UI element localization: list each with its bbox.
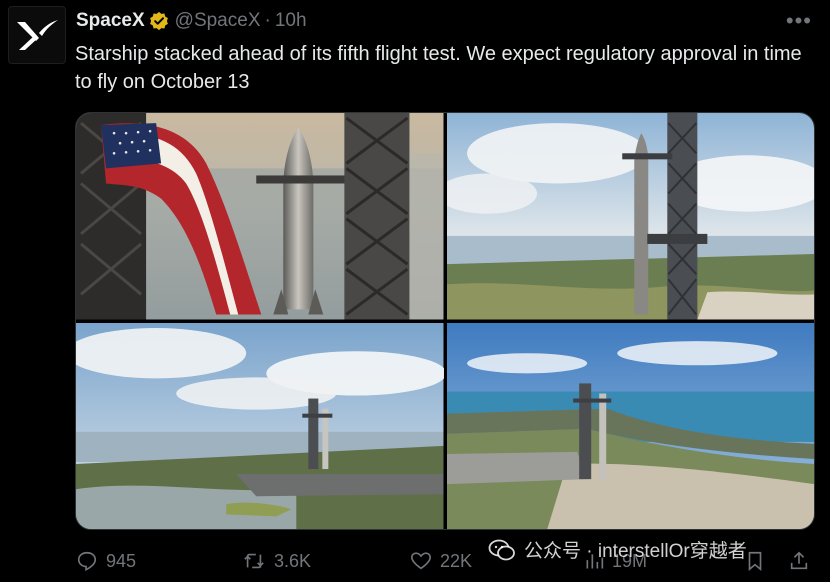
tweet-text: Starship stacked ahead of its fifth flig… — [75, 43, 802, 93]
reply-count: 945 — [106, 550, 137, 571]
media-grid — [75, 112, 815, 530]
heart-icon — [411, 552, 431, 570]
share-icon — [790, 551, 808, 570]
watermark: 公众号 · interstellOr穿越者 — [488, 536, 747, 563]
bookmark-button[interactable] — [744, 550, 766, 572]
media-image-2[interactable] — [446, 113, 814, 320]
retweet-icon — [244, 553, 264, 569]
like-count: 22K — [440, 550, 473, 571]
wechat-icon — [488, 539, 515, 560]
tweet-header: SpaceX @SpaceX · 10h — [76, 8, 307, 34]
avatar[interactable] — [8, 6, 66, 64]
verified-badge-icon[interactable] — [149, 11, 169, 31]
reply-button[interactable]: 945 — [76, 550, 136, 572]
retweet-count: 3.6K — [274, 550, 312, 571]
bookmark-icon — [748, 551, 762, 572]
watermark-text: 公众号 · interstellOr穿越者 — [524, 541, 747, 562]
reply-icon — [77, 551, 97, 572]
retweet-button[interactable]: 3.6K — [242, 550, 311, 572]
media-image-3[interactable] — [76, 322, 444, 529]
media-image-4[interactable] — [446, 322, 814, 529]
timestamp[interactable]: 10h — [275, 10, 307, 32]
like-button[interactable]: 22K — [410, 550, 472, 572]
media-image-1[interactable] — [76, 113, 444, 320]
separator: · — [264, 10, 271, 31]
more-options-icon[interactable]: ••• — [786, 8, 812, 34]
author-name[interactable]: SpaceX — [76, 10, 145, 32]
share-button[interactable] — [788, 550, 810, 572]
author-handle[interactable]: @SpaceX — [175, 10, 261, 32]
spacex-logo-icon — [17, 20, 58, 50]
